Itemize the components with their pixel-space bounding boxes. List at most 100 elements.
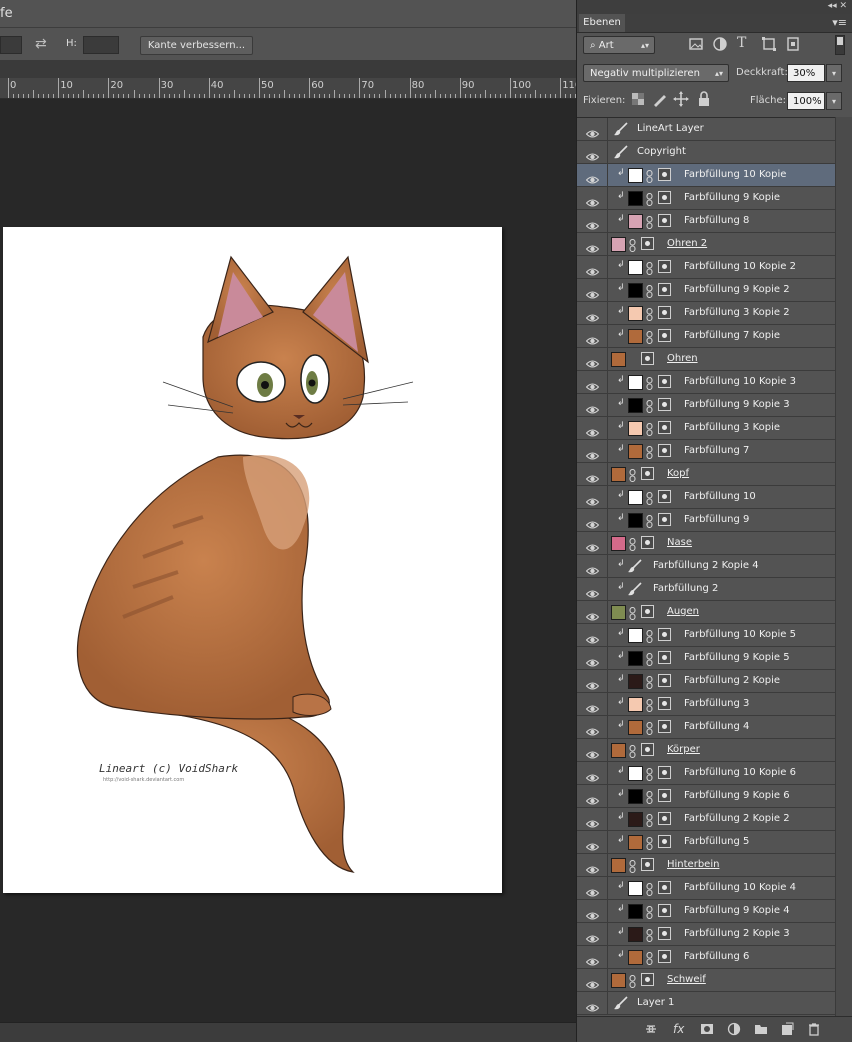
color-fill-thumbnail[interactable]	[628, 812, 643, 827]
chain-link-icon[interactable]	[646, 651, 653, 667]
layer-mask-thumbnail[interactable]	[658, 398, 671, 411]
eye-visibility-icon[interactable]	[585, 400, 600, 414]
layer-row[interactable]: ↲ Farbfüllung 9 Kopie 4	[577, 900, 835, 923]
layer-mask-thumbnail[interactable]	[658, 881, 671, 894]
layer-mask-thumbnail[interactable]	[641, 973, 654, 986]
adjustment-filter-icon[interactable]	[711, 35, 729, 53]
new-layer-icon[interactable]	[780, 1022, 794, 1036]
layer-row[interactable]: ↲ Farbfüllung 2 Kopie	[577, 670, 835, 693]
layer-row[interactable]: Layer 1	[577, 992, 835, 1015]
layer-mask-thumbnail[interactable]	[658, 674, 671, 687]
layer-row[interactable]: ↲ Farbfüllung 3 Kopie	[577, 417, 835, 440]
layer-mask-thumbnail[interactable]	[658, 329, 671, 342]
eye-visibility-icon[interactable]	[585, 423, 600, 437]
layer-row[interactable]: ↲ Farbfüllung 4	[577, 716, 835, 739]
eye-visibility-icon[interactable]	[585, 860, 600, 874]
eye-visibility-icon[interactable]	[585, 998, 600, 1012]
color-fill-thumbnail[interactable]	[628, 168, 643, 183]
layer-row[interactable]: ↲ Farbfüllung 10 Kopie 4	[577, 877, 835, 900]
chain-link-icon[interactable]	[646, 766, 653, 782]
eye-visibility-icon[interactable]	[585, 699, 600, 713]
layer-row[interactable]: ↲ Farbfüllung 10	[577, 486, 835, 509]
color-fill-thumbnail[interactable]	[611, 743, 626, 758]
layer-mask-thumbnail[interactable]	[658, 375, 671, 388]
color-fill-thumbnail[interactable]	[611, 536, 626, 551]
eye-visibility-icon[interactable]	[585, 630, 600, 644]
color-fill-thumbnail[interactable]	[628, 950, 643, 965]
layer-mask-thumbnail[interactable]	[658, 720, 671, 733]
tab-layers[interactable]: Ebenen	[579, 14, 625, 32]
chain-link-icon[interactable]	[629, 973, 636, 989]
chain-link-icon[interactable]	[646, 398, 653, 414]
chain-link-icon[interactable]	[646, 306, 653, 322]
layer-mask-thumbnail[interactable]	[658, 697, 671, 710]
chain-link-icon[interactable]	[629, 467, 636, 483]
eye-visibility-icon[interactable]	[585, 193, 600, 207]
layer-row[interactable]: ↲ Farbfüllung 10 Kopie 2	[577, 256, 835, 279]
eye-visibility-icon[interactable]	[585, 837, 600, 851]
layer-row[interactable]: Nase	[577, 532, 835, 555]
chain-link-icon[interactable]	[629, 743, 636, 759]
layer-row[interactable]: ↲ Farbfüllung 2 Kopie 4	[577, 555, 835, 578]
layer-mask-thumbnail[interactable]	[658, 421, 671, 434]
layer-row[interactable]: ↲ Farbfüllung 9 Kopie 5	[577, 647, 835, 670]
eye-visibility-icon[interactable]	[585, 722, 600, 736]
layer-mask-thumbnail[interactable]	[658, 283, 671, 296]
color-fill-thumbnail[interactable]	[628, 628, 643, 643]
eye-visibility-icon[interactable]	[585, 883, 600, 897]
filter-kind-select[interactable]: ⌕ Art ▴▾	[583, 36, 655, 54]
height-field[interactable]	[83, 36, 119, 54]
layer-row[interactable]: Körper	[577, 739, 835, 762]
layer-row[interactable]: Kopf	[577, 463, 835, 486]
eye-visibility-icon[interactable]	[585, 124, 600, 138]
layer-row[interactable]: ↲ Farbfüllung 6	[577, 946, 835, 969]
chain-link-icon[interactable]	[646, 191, 653, 207]
eye-visibility-icon[interactable]	[585, 584, 600, 598]
color-fill-thumbnail[interactable]	[628, 513, 643, 528]
color-fill-thumbnail[interactable]	[628, 927, 643, 942]
layer-row[interactable]: Ohren 2	[577, 233, 835, 256]
fill-dropdown[interactable]: ▾	[826, 92, 842, 110]
layer-mask-thumbnail[interactable]	[641, 605, 654, 618]
color-fill-thumbnail[interactable]	[628, 835, 643, 850]
chain-link-icon[interactable]	[646, 421, 653, 437]
eye-visibility-icon[interactable]	[585, 446, 600, 460]
color-fill-thumbnail[interactable]	[628, 421, 643, 436]
color-fill-thumbnail[interactable]	[628, 651, 643, 666]
color-fill-thumbnail[interactable]	[628, 904, 643, 919]
chain-link-icon[interactable]	[629, 858, 636, 874]
eye-visibility-icon[interactable]	[585, 308, 600, 322]
layer-row[interactable]: ↲ Farbfüllung 9 Kopie	[577, 187, 835, 210]
width-field[interactable]	[0, 36, 22, 54]
layer-mask-thumbnail[interactable]	[641, 858, 654, 871]
layer-mask-thumbnail[interactable]	[658, 904, 671, 917]
eye-visibility-icon[interactable]	[585, 814, 600, 828]
layer-mask-thumbnail[interactable]	[658, 812, 671, 825]
color-fill-thumbnail[interactable]	[628, 260, 643, 275]
layer-mask-thumbnail[interactable]	[658, 766, 671, 779]
layer-row[interactable]: ↲ Farbfüllung 10 Kopie 3	[577, 371, 835, 394]
chain-link-icon[interactable]	[629, 237, 636, 253]
eye-visibility-icon[interactable]	[585, 952, 600, 966]
color-fill-thumbnail[interactable]	[628, 375, 643, 390]
eye-visibility-icon[interactable]	[585, 170, 600, 184]
eye-visibility-icon[interactable]	[585, 791, 600, 805]
chain-link-icon[interactable]	[646, 835, 653, 851]
layer-row[interactable]: ↲ Farbfüllung 10 Kopie 5	[577, 624, 835, 647]
eye-visibility-icon[interactable]	[585, 745, 600, 759]
collapse-icon[interactable]: ◂◂ ✕	[828, 1, 847, 11]
chain-link-icon[interactable]	[646, 513, 653, 529]
layer-mask-thumbnail[interactable]	[658, 490, 671, 503]
layer-row[interactable]: ↲ Farbfüllung 9 Kopie 2	[577, 279, 835, 302]
layer-row[interactable]: ↲ Farbfüllung 7	[577, 440, 835, 463]
eye-visibility-icon[interactable]	[585, 676, 600, 690]
layer-row[interactable]: ↲ Farbfüllung 2	[577, 578, 835, 601]
layer-row[interactable]: ↲ Farbfüllung 10 Kopie 6	[577, 762, 835, 785]
color-fill-thumbnail[interactable]	[628, 444, 643, 459]
eye-visibility-icon[interactable]	[585, 216, 600, 230]
layer-row[interactable]: ↲ Farbfüllung 10 Kopie	[577, 164, 835, 187]
color-fill-thumbnail[interactable]	[628, 214, 643, 229]
layer-mask-thumbnail[interactable]	[641, 352, 654, 365]
layer-mask-thumbnail[interactable]	[658, 835, 671, 848]
chain-link-icon[interactable]	[646, 697, 653, 713]
